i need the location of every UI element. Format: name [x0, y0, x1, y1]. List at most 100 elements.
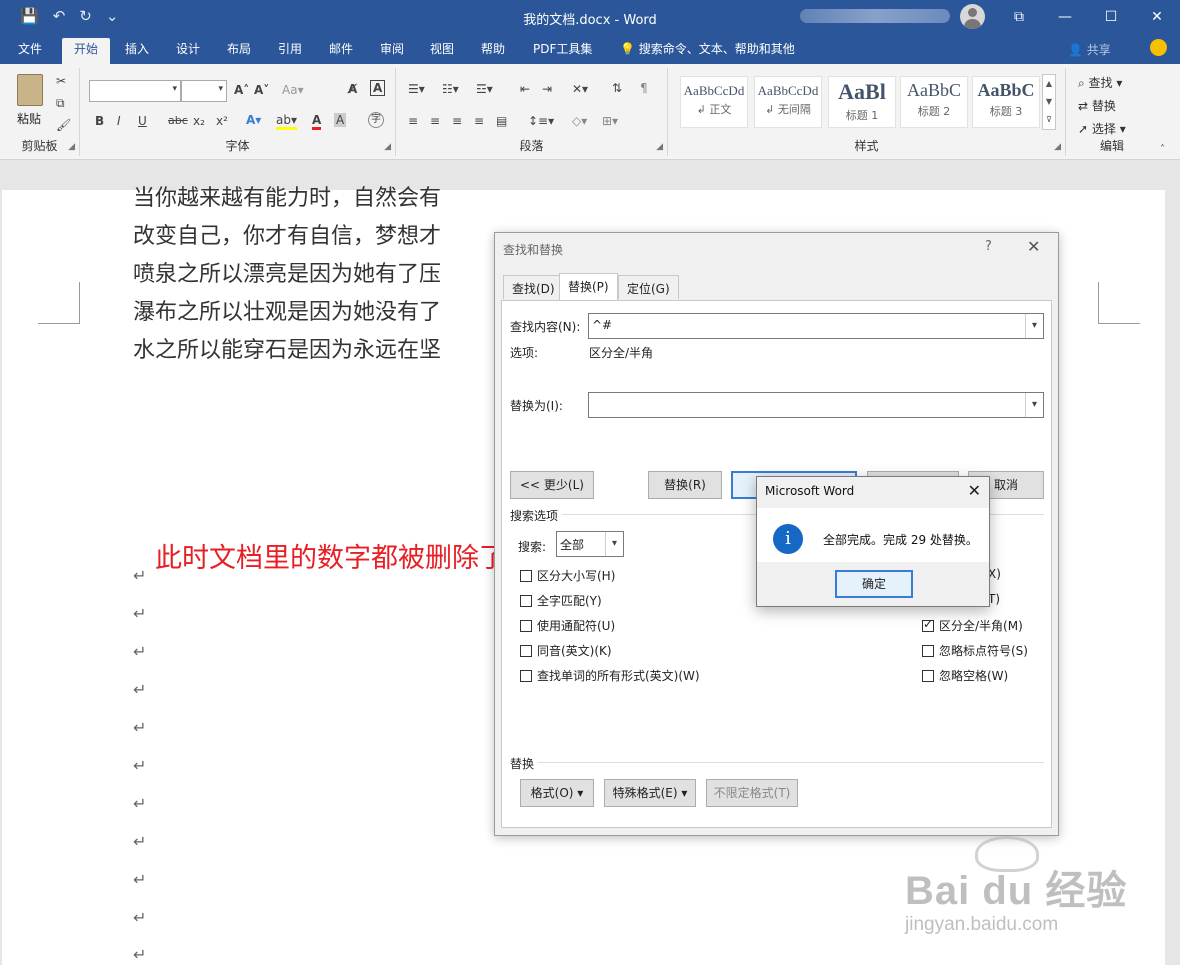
checkbox[interactable]	[520, 570, 532, 582]
checkbox[interactable]	[520, 645, 532, 657]
checkbox[interactable]	[520, 620, 532, 632]
tab-goto[interactable]: 定位(G)	[618, 275, 679, 299]
increase-indent-icon[interactable]: ⇥	[542, 82, 552, 96]
bold-button[interactable]: B	[95, 114, 104, 128]
align-center-icon[interactable]: ≡	[430, 114, 440, 128]
help-button[interactable]: ?	[985, 239, 992, 254]
checkbox-checked[interactable]	[922, 617, 934, 632]
styles-gallery-scroll[interactable]: ▲ ▼ ⊽	[1042, 74, 1056, 130]
feedback-smiley-icon[interactable]	[1150, 39, 1167, 56]
tab-pdf-tools[interactable]: PDF工具集	[533, 40, 592, 64]
distributed-icon[interactable]: ▤	[496, 114, 507, 128]
font-name-combo[interactable]	[89, 80, 181, 102]
dialog-launcher-icon[interactable]: ◢	[384, 142, 391, 152]
replace-button[interactable]: ⇄ 替换	[1078, 97, 1116, 114]
tab-view[interactable]: 视图	[430, 40, 454, 64]
avatar[interactable]	[960, 4, 985, 29]
style-heading-3[interactable]: AaBbC 标题 3	[972, 76, 1040, 128]
tab-help[interactable]: 帮助	[481, 40, 505, 64]
checkbox[interactable]	[922, 645, 934, 657]
show-marks-icon[interactable]: ¶	[640, 81, 648, 95]
line-spacing-icon[interactable]: ↕≡▾	[528, 114, 554, 128]
checkbox[interactable]	[520, 670, 532, 682]
ribbon-display-options-button[interactable]: ⧉	[996, 0, 1042, 34]
special-button[interactable]: 特殊格式(E) ▾	[604, 779, 696, 807]
share-button[interactable]: 👤 共享	[1068, 41, 1111, 58]
subscript-button[interactable]: x₂	[193, 114, 205, 128]
underline-button[interactable]: U	[138, 114, 147, 128]
style-heading-1[interactable]: AaBl 标题 1	[828, 76, 896, 128]
ignore-punctuation-checkbox[interactable]: 忽略标点符号(S)	[922, 642, 1028, 659]
all-word-forms-checkbox[interactable]: 查找单词的所有形式(英文)(W)	[520, 667, 700, 684]
tab-review[interactable]: 审阅	[380, 40, 404, 64]
multilevel-list-icon[interactable]: ☲▾	[476, 82, 493, 96]
italic-button[interactable]: I	[117, 114, 121, 128]
whole-word-checkbox[interactable]: 全字匹配(Y)	[520, 592, 602, 609]
superscript-button[interactable]: x²	[216, 114, 228, 128]
ok-button[interactable]: 确定	[835, 570, 913, 598]
format-button[interactable]: 格式(O) ▾	[520, 779, 594, 807]
tab-references[interactable]: 引用	[278, 40, 302, 64]
clear-formatting-icon[interactable]: A̸	[348, 82, 357, 96]
bullets-icon[interactable]: ☰▾	[408, 82, 425, 96]
style-no-spacing[interactable]: AaBbCcDd ↲ 无间隔	[754, 76, 822, 128]
tab-replace[interactable]: 替换(P)	[559, 273, 618, 301]
style-heading-2[interactable]: AaBbC 标题 2	[900, 76, 968, 128]
text-effects-icon[interactable]: A▾	[246, 113, 261, 127]
chevron-down-icon[interactable]: ▾	[605, 532, 623, 556]
align-left-icon[interactable]: ≡	[408, 114, 418, 128]
replace-with-input[interactable]: ▾	[588, 392, 1044, 418]
chinese-layout-icon[interactable]: ✕▾	[572, 82, 588, 96]
numbering-icon[interactable]: ☷▾	[442, 82, 459, 96]
change-case-icon[interactable]: Aa▾	[282, 83, 304, 97]
shrink-font-icon[interactable]: A˅	[254, 83, 269, 97]
enclose-character-icon[interactable]: 字	[368, 112, 384, 128]
ignore-whitespace-checkbox[interactable]: 忽略空格(W)	[922, 667, 1008, 684]
copy-icon[interactable]: ⧉	[56, 96, 65, 111]
find-what-input[interactable]: ^# ▾	[588, 313, 1044, 339]
align-right-icon[interactable]: ≡	[452, 114, 462, 128]
wildcards-checkbox[interactable]: 使用通配符(U)	[520, 617, 615, 634]
paste-button-label[interactable]: 粘贴	[17, 110, 41, 127]
select-button[interactable]: ➚ 选择 ▾	[1078, 120, 1126, 137]
sounds-like-checkbox[interactable]: 同音(英文)(K)	[520, 642, 612, 659]
dialog-launcher-icon[interactable]: ◢	[1054, 142, 1061, 152]
tab-file[interactable]: 文件	[18, 40, 42, 64]
font-color-icon[interactable]: A	[312, 113, 322, 130]
tab-design[interactable]: 设计	[176, 40, 200, 64]
checkbox[interactable]	[922, 670, 934, 682]
maximize-button[interactable]: ☐	[1088, 0, 1134, 34]
tab-layout[interactable]: 布局	[227, 40, 251, 64]
chevron-down-icon[interactable]: ▾	[1025, 393, 1043, 417]
character-border-icon[interactable]: A	[370, 80, 386, 96]
match-case-checkbox[interactable]: 区分大小写(H)	[520, 567, 615, 584]
find-button[interactable]: ⌕ 查找 ▾	[1078, 74, 1122, 91]
borders-icon[interactable]: ⊞▾	[602, 114, 618, 128]
highlight-icon[interactable]: ab▾	[276, 113, 297, 130]
strikethrough-button[interactable]: abc	[168, 114, 188, 127]
tell-me-search[interactable]: 💡 搜索命令、文本、帮助和其他	[620, 40, 795, 57]
dialog-launcher-icon[interactable]: ◢	[656, 142, 663, 152]
character-shading-icon[interactable]: A	[334, 113, 347, 127]
shading-icon[interactable]: ◇▾	[572, 114, 587, 128]
collapse-ribbon-icon[interactable]: ˄	[1160, 144, 1165, 155]
sort-icon[interactable]: ⇅	[612, 81, 622, 95]
tab-mailings[interactable]: 邮件	[329, 40, 353, 64]
grow-font-icon[interactable]: A˄	[234, 83, 249, 97]
font-size-combo[interactable]	[181, 80, 227, 102]
paste-icon[interactable]	[17, 74, 43, 106]
no-formatting-button[interactable]: 不限定格式(T)	[706, 779, 798, 807]
message-box-close-button[interactable]: ✕	[968, 481, 981, 500]
document-body[interactable]: 当你越来越有能力时，自然会有 改变自己，你才有自信，梦想才 喷泉之所以漂亮是因为…	[133, 180, 441, 370]
tab-insert[interactable]: 插入	[125, 40, 149, 64]
match-width-checkbox[interactable]: 区分全/半角(M)	[922, 617, 1023, 634]
search-direction-select[interactable]: 全部 ▾	[556, 531, 624, 557]
less-button[interactable]: << 更少(L)	[510, 471, 594, 499]
replace-one-button[interactable]: 替换(R)	[648, 471, 722, 499]
minimize-button[interactable]: —	[1042, 0, 1088, 34]
decrease-indent-icon[interactable]: ⇤	[520, 82, 530, 96]
cut-icon[interactable]: ✂	[56, 74, 66, 88]
style-normal[interactable]: AaBbCcDd ↲ 正文	[680, 76, 748, 128]
dialog-launcher-icon[interactable]: ◢	[68, 142, 75, 152]
close-button[interactable]: ✕	[1134, 0, 1180, 34]
